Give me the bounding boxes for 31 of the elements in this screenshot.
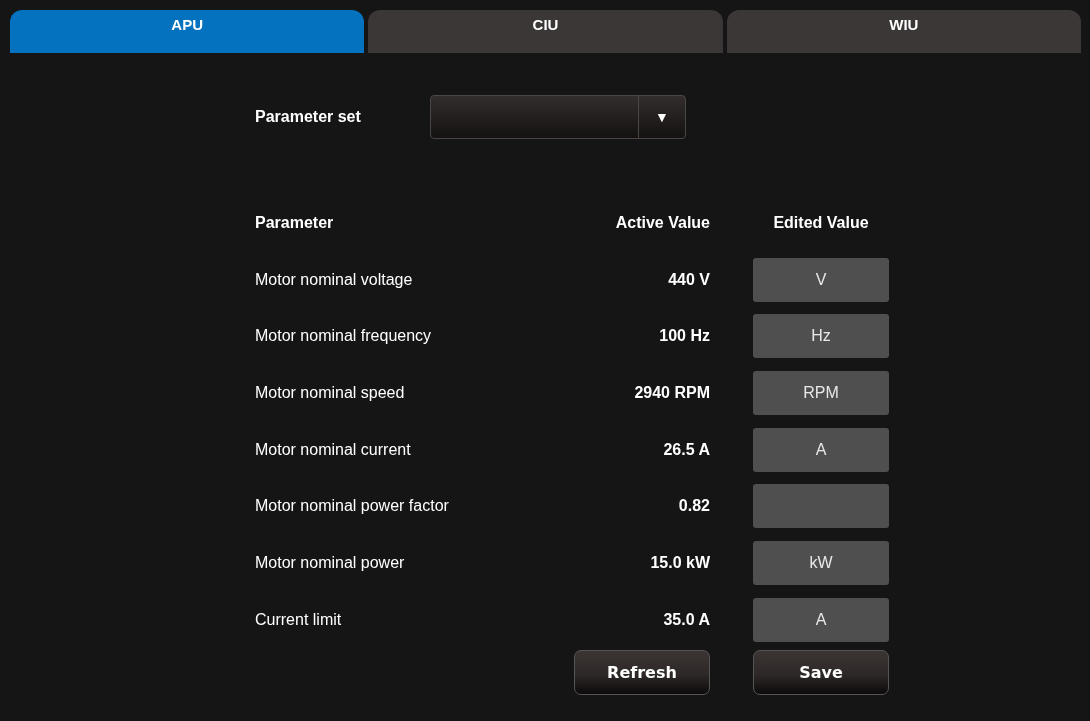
tab[interactable]: APU — [10, 10, 365, 53]
column-header: Edited Value — [772, 213, 870, 233]
parameter-set-dropdown[interactable]: ▼ — [430, 95, 686, 139]
active-value: 440 V — [667, 269, 710, 290]
active-value: 35.0 A — [662, 609, 710, 630]
active-value: 15.0 kW — [649, 553, 710, 574]
edited-value-field[interactable]: RPM — [753, 371, 889, 416]
edited-value-field[interactable]: A — [753, 427, 889, 472]
edited-value-field[interactable]: A — [753, 597, 889, 642]
parameter-name: Current limit — [255, 609, 343, 630]
parameter-name: Motor nominal power — [255, 553, 406, 574]
active-value: 100 Hz — [658, 326, 710, 347]
active-value: 0.82 — [677, 496, 710, 517]
save-button[interactable]: Save — [753, 649, 889, 695]
active-value: 26.5 A — [662, 439, 710, 460]
parameter-set-label: Parameter set — [255, 108, 362, 126]
edited-value-field[interactable]: Hz — [753, 314, 889, 359]
edited-value-field[interactable]: V — [753, 257, 889, 302]
parameter-name: Motor nominal speed — [255, 383, 406, 404]
active-value: 2940 RPM — [633, 383, 710, 404]
tab[interactable]: WIU — [726, 10, 1081, 53]
parameter-name: Motor nominal voltage — [255, 269, 414, 290]
parameter-name: Motor nominal current — [255, 439, 412, 460]
column-header: Active Value — [614, 213, 710, 233]
edited-value-field[interactable]: kW — [753, 541, 889, 586]
parameter-name: Motor nominal frequency — [255, 326, 433, 347]
tab[interactable]: CIU — [368, 10, 723, 53]
parameter-name: Motor nominal power factor — [255, 496, 450, 517]
edited-value-field[interactable] — [753, 484, 889, 529]
column-header: Parameter — [255, 213, 335, 233]
refresh-button[interactable]: Refresh — [574, 649, 710, 695]
